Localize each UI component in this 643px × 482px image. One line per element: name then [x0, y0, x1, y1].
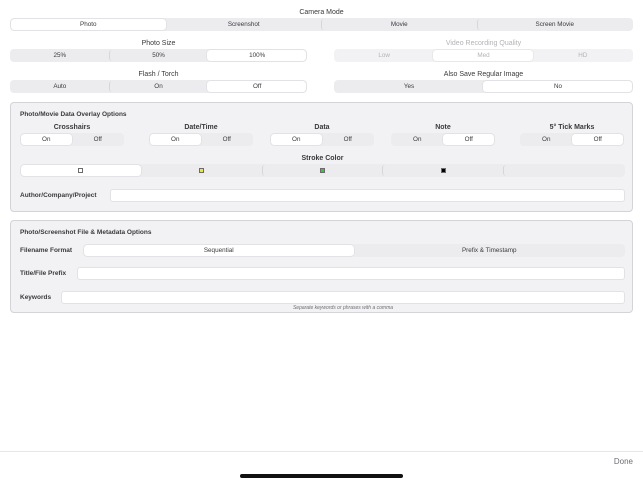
- stroke-color-option-3[interactable]: [261, 165, 383, 176]
- datetime-toggle-option-on[interactable]: On: [150, 134, 201, 145]
- title-prefix-label: Title/File Prefix: [20, 270, 67, 277]
- data-toggle[interactable]: On Off: [270, 133, 374, 146]
- photo-size-segment-option-50[interactable]: 50%: [108, 50, 208, 61]
- crosshairs-label: Crosshairs: [53, 124, 91, 131]
- photo-size-segment-option-25[interactable]: 25%: [11, 50, 109, 61]
- tick-marks-toggle-option-on[interactable]: On: [521, 134, 572, 145]
- camera-mode-segment-option-movie[interactable]: Movie: [321, 19, 477, 30]
- stroke-color-option-4[interactable]: [382, 165, 503, 176]
- save-regular-label: Also Save Regular Image: [443, 71, 524, 78]
- note-label: Note: [435, 124, 451, 131]
- crosshairs-toggle-option-on[interactable]: On: [21, 134, 72, 145]
- color-swatch-icon: [199, 167, 205, 173]
- stroke-color-segment[interactable]: [20, 164, 625, 177]
- save-regular-segment-option-no[interactable]: No: [483, 81, 632, 92]
- data-toggle-option-off[interactable]: Off: [322, 134, 374, 145]
- camera-mode-segment-option-photo[interactable]: Photo: [11, 19, 166, 30]
- photo-size-segment[interactable]: 25% 50% 100%: [10, 49, 307, 62]
- filename-format-label: Filename Format: [20, 247, 73, 254]
- photo-size-segment-option-100[interactable]: 100%: [207, 50, 307, 61]
- stroke-color-option-1[interactable]: [21, 165, 141, 176]
- filename-format-segment-option-sequential[interactable]: Sequential: [84, 245, 354, 256]
- camera-mode-segment[interactable]: Photo Screenshot Movie Screen Movie: [10, 18, 633, 31]
- datetime-label: Date/Time: [184, 124, 218, 131]
- flash-torch-segment[interactable]: Auto On Off: [10, 80, 307, 93]
- video-quality-segment-option-hd: HD: [578, 52, 588, 59]
- data-toggle-option-on[interactable]: On: [271, 134, 322, 145]
- video-quality-segment-option-med: Med: [433, 50, 533, 61]
- keywords-label: Keywords: [20, 294, 52, 301]
- file-panel-title: Photo/Screenshot File & Metadata Options: [20, 229, 152, 236]
- video-quality-label: Video Recording Quality: [445, 40, 522, 47]
- camera-mode-label: Camera Mode: [299, 9, 344, 16]
- stroke-color-option-5[interactable]: [503, 165, 624, 176]
- photo-size-label: Photo Size: [141, 40, 176, 47]
- tick-marks-toggle-option-off[interactable]: Off: [571, 134, 623, 145]
- crosshairs-toggle[interactable]: On Off: [20, 133, 124, 146]
- note-toggle[interactable]: On Off: [391, 133, 495, 146]
- keywords-hint: Separate keywords or phrases with a comm…: [292, 305, 394, 311]
- file-metadata-panel: Photo/Screenshot File & Metadata Options…: [10, 220, 633, 313]
- datetime-toggle-option-off[interactable]: Off: [201, 134, 253, 145]
- note-toggle-option-off[interactable]: Off: [442, 134, 494, 145]
- save-regular-segment-option-yes[interactable]: Yes: [335, 81, 483, 92]
- author-field[interactable]: [110, 189, 625, 202]
- data-label: Data: [314, 124, 330, 131]
- crosshairs-toggle-option-off[interactable]: Off: [72, 134, 124, 145]
- flash-torch-segment-option-auto[interactable]: Auto: [11, 81, 109, 92]
- datetime-toggle[interactable]: On Off: [149, 133, 253, 146]
- color-swatch-icon: [440, 167, 446, 173]
- camera-mode-segment-option-screen-movie[interactable]: Screen Movie: [476, 19, 633, 30]
- title-prefix-field[interactable]: [77, 267, 625, 280]
- note-toggle-option-on[interactable]: On: [392, 134, 443, 145]
- overlay-panel-title: Photo/Movie Data Overlay Options: [20, 111, 127, 118]
- video-quality-segment-option-low: Low: [378, 52, 390, 59]
- flash-torch-segment-option-off[interactable]: Off: [207, 81, 307, 92]
- done-button[interactable]: Done: [614, 457, 633, 466]
- flash-torch-segment-option-on[interactable]: On: [108, 81, 208, 92]
- save-regular-segment[interactable]: Yes No: [334, 80, 633, 93]
- author-label: Author/Company/Project: [20, 192, 97, 199]
- flash-torch-label: Flash / Torch: [138, 71, 179, 78]
- stroke-color-label: Stroke Color: [301, 155, 344, 162]
- filename-format-segment[interactable]: Sequential Prefix & Timestamp: [83, 244, 625, 257]
- stroke-color-option-2[interactable]: [141, 165, 262, 176]
- overlay-options-panel: Photo/Movie Data Overlay Options Crossha…: [10, 102, 633, 212]
- home-indicator: [240, 474, 403, 478]
- camera-mode-segment-option-screenshot[interactable]: Screenshot: [166, 19, 322, 30]
- filename-format-segment-option-prefix-timestamp[interactable]: Prefix & Timestamp: [354, 245, 625, 256]
- keywords-field[interactable]: [61, 291, 625, 304]
- footer-divider: [0, 451, 643, 452]
- video-quality-segment: Low Med HD: [334, 49, 633, 62]
- tick-marks-toggle[interactable]: On Off: [520, 133, 624, 146]
- tick-marks-label: 5° Tick Marks: [549, 124, 595, 131]
- color-swatch-icon: [319, 167, 325, 173]
- color-swatch-icon: [78, 167, 84, 173]
